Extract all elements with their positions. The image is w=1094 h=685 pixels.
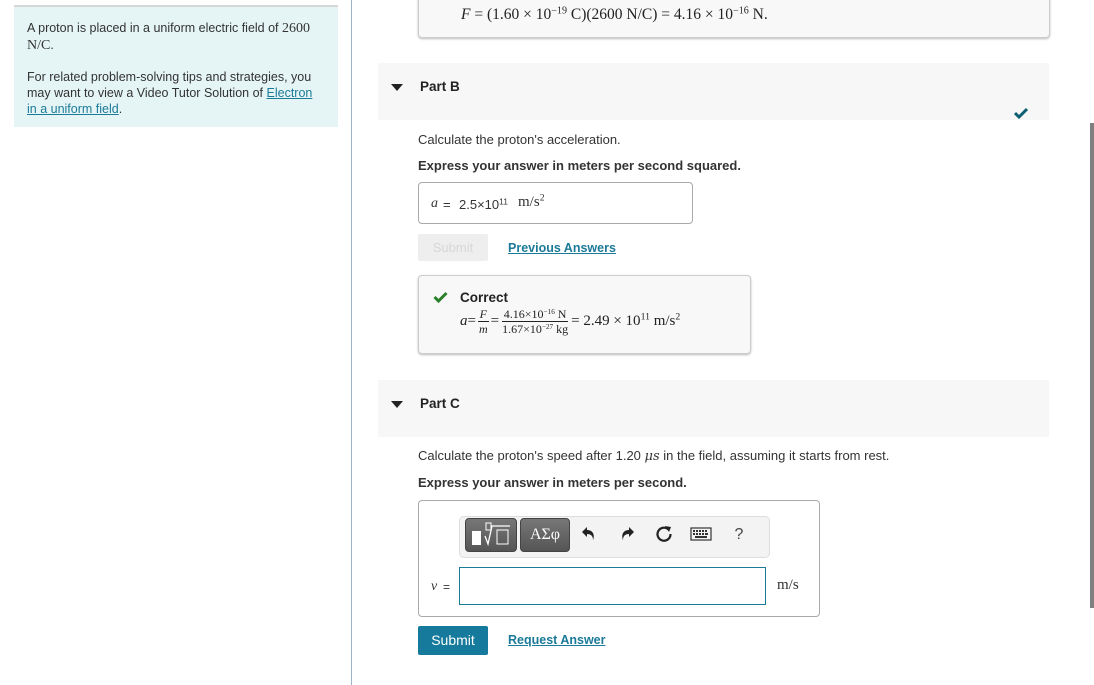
- tips-period: .: [118, 102, 123, 116]
- formula-exp: −19: [551, 5, 567, 17]
- partC-submit-button[interactable]: Submit: [418, 626, 488, 655]
- caret-down-icon[interactable]: [391, 84, 403, 91]
- problem-intro: A proton is placed in a uniform electric…: [14, 5, 338, 127]
- formula-var: a: [460, 313, 468, 329]
- intro-line: A proton is placed in a uniform electric…: [27, 21, 279, 35]
- answer-eq: =: [443, 580, 451, 594]
- undo-icon: [582, 527, 594, 540]
- formula-exp: −16: [733, 5, 749, 17]
- formula-part: = (1.60 × 10: [470, 6, 552, 23]
- num-mantissa: 4.16×10: [503, 307, 544, 321]
- result-unit-exp: 2: [675, 311, 681, 323]
- partB-submit-button: Submit: [418, 234, 488, 261]
- fraction-f-over-m: F m: [477, 307, 490, 336]
- correct-check-icon: [433, 291, 448, 303]
- math-toolbar: ΑΣφ ?: [459, 516, 770, 558]
- partC-header[interactable]: Part C: [378, 380, 1049, 437]
- answer-exponent: 11: [499, 196, 508, 207]
- answer-var: v: [431, 579, 438, 594]
- answer-mantissa: 2.5×10: [459, 197, 500, 212]
- intro-text: A proton is placed in a uniform electric…: [27, 20, 325, 54]
- keyboard-button[interactable]: [689, 524, 713, 546]
- result-value: = 2.49 × 10: [571, 313, 641, 329]
- unit-text: m/s: [518, 194, 540, 210]
- unit-exp: 2: [539, 192, 545, 204]
- speed-answer-input[interactable]: [459, 567, 766, 605]
- den-unit: kg: [553, 322, 569, 336]
- frac-num: 4.16×10−16 N: [501, 307, 569, 322]
- partC-instruction: Express your answer in meters per second…: [418, 475, 687, 490]
- partB-prompt: Calculate the proton's acceleration.: [418, 132, 621, 147]
- intro-period: .: [50, 38, 54, 52]
- reset-icon: [656, 526, 672, 542]
- answer-eq: =: [443, 197, 451, 212]
- partC-prompt: Calculate the proton's speed after 1.20 …: [418, 448, 889, 464]
- request-answer-link[interactable]: Request Answer: [508, 633, 605, 647]
- prompt-unit: μs: [644, 449, 660, 464]
- symbols-button[interactable]: ΑΣφ: [520, 518, 570, 552]
- answer-unit: m/s: [777, 577, 799, 593]
- left-panel: A proton is placed in a uniform electric…: [0, 0, 351, 685]
- frac-den: 1.67×10−27 kg: [500, 322, 570, 336]
- result-exp: 11: [640, 311, 650, 323]
- keyboard-icon: [690, 527, 712, 541]
- den-exp: −27: [541, 323, 554, 332]
- den-mantissa: 1.67×10: [502, 322, 542, 336]
- redo-button[interactable]: [615, 524, 639, 546]
- num-exp: −16: [543, 308, 555, 317]
- reset-button[interactable]: [652, 524, 676, 546]
- redo-icon: [622, 527, 634, 540]
- num-unit: N: [554, 307, 567, 321]
- feedback-title: Correct: [460, 290, 509, 305]
- scrollbar[interactable]: [1090, 123, 1094, 608]
- feedback-formula: a = F m = 4.16×10−16 N 1.67×10−27 kg = 2…: [460, 307, 681, 336]
- formula-result: = 2.49 × 1011 m/s2: [571, 311, 681, 330]
- partB-instruction: Express your answer in meters per second…: [418, 158, 741, 173]
- previous-answers-link[interactable]: Previous Answers: [508, 241, 616, 255]
- partB-header[interactable]: Part B: [378, 63, 1049, 120]
- prompt-text: in the field, assuming it starts from re…: [659, 448, 890, 463]
- result-unit: m/s: [649, 313, 676, 329]
- caret-down-icon[interactable]: [391, 401, 403, 408]
- formula-part: N.: [748, 6, 768, 23]
- answer-value: 2.5×1011: [459, 197, 508, 212]
- partB-title: Part B: [420, 79, 460, 94]
- fraction-values: 4.16×10−16 N 1.67×10−27 kg: [500, 307, 570, 336]
- partB-answer-display: a = 2.5×1011 m/s2: [418, 182, 693, 224]
- prompt-text: Calculate the proton's speed after 1.20: [418, 448, 645, 463]
- frac-den: m: [478, 322, 488, 336]
- answer-var: a: [431, 196, 438, 211]
- partC-title: Part C: [420, 396, 460, 411]
- partB-feedback: Correct a = F m = 4.16×10−16 N 1.67×10−2…: [418, 275, 751, 354]
- undo-button[interactable]: [577, 524, 601, 546]
- templates-button[interactable]: [465, 518, 517, 552]
- tips-text: For related problem-solving tips and str…: [27, 69, 325, 117]
- answer-unit: m/s2: [518, 192, 545, 211]
- partA-formula: F = (1.60 × 10−19 C)(2600 N/C) = 4.16 × …: [461, 6, 768, 24]
- help-button[interactable]: ?: [727, 524, 751, 546]
- panel-divider[interactable]: [351, 0, 352, 685]
- templates-icon: [472, 522, 510, 547]
- formula-eq: =: [467, 313, 476, 329]
- formula-part: C)(2600 N/C) = 4.16 × 10: [567, 6, 734, 23]
- partC-answer-area: ΑΣφ ? v = m/s: [418, 500, 820, 617]
- partA-feedback: F = (1.60 × 10−19 C)(2600 N/C) = 4.16 × …: [418, 0, 1050, 38]
- frac-num: F: [477, 307, 489, 322]
- completed-check-icon: [1014, 107, 1028, 119]
